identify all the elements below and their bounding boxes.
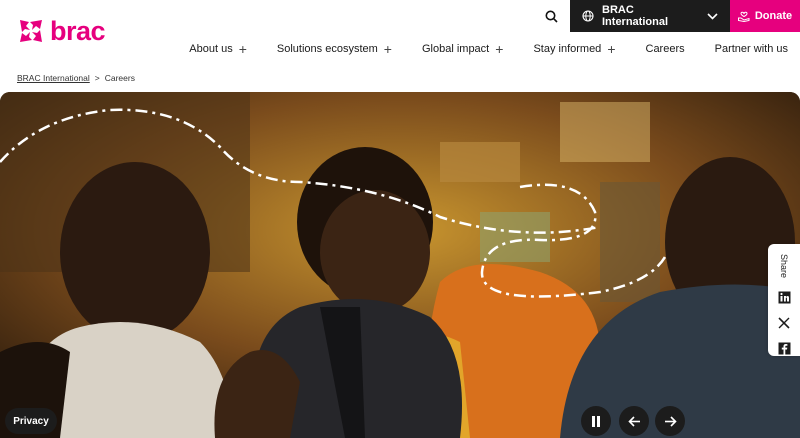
arrow-left-icon [627, 415, 640, 427]
main-nav: About us + Solutions ecosystem + Global … [159, 40, 788, 58]
nav-item-global-impact[interactable]: Global impact + [422, 42, 503, 56]
utility-bar: BRAC International Donate [532, 0, 800, 32]
facebook-icon[interactable] [777, 342, 791, 356]
plus-icon: + [383, 41, 392, 57]
x-icon[interactable] [777, 316, 791, 330]
breadcrumb-separator: > [94, 73, 100, 83]
donate-icon [737, 11, 750, 22]
privacy-button[interactable]: Privacy [5, 408, 57, 434]
previous-slide-button[interactable] [619, 406, 649, 436]
search-button[interactable] [532, 0, 570, 32]
share-label: Share [779, 254, 789, 279]
plus-icon: + [238, 41, 247, 57]
search-icon [545, 10, 558, 23]
brac-logo[interactable]: brac [16, 15, 106, 46]
next-slide-button[interactable] [655, 406, 685, 436]
nav-item-about-us[interactable]: About us + [189, 42, 247, 56]
plus-icon: + [607, 41, 616, 57]
pause-icon [592, 415, 600, 427]
site-header: brac BRAC International Donate About us … [0, 0, 800, 66]
nav-item-label: About us [189, 43, 233, 55]
nav-item-careers[interactable]: Careers [646, 43, 685, 55]
globe-icon [582, 10, 594, 22]
pause-button[interactable] [581, 406, 611, 436]
chevron-down-icon [707, 12, 718, 20]
breadcrumb: BRAC International > Careers [17, 73, 135, 83]
share-panel: Share [768, 244, 800, 356]
nav-item-label: Stay informed [533, 43, 602, 55]
breadcrumb-home-link[interactable]: BRAC International [17, 73, 90, 83]
logo-text: brac [50, 15, 106, 46]
donate-label: Donate [754, 10, 793, 22]
plus-icon: + [495, 41, 504, 57]
arrow-right-icon [664, 415, 677, 427]
hero-image: Share [0, 92, 800, 438]
donate-button[interactable]: Donate [730, 0, 800, 32]
hero-photo [0, 92, 800, 438]
linkedin-icon[interactable] [777, 290, 791, 304]
nav-item-label: Solutions ecosystem [276, 43, 378, 55]
site-selector[interactable]: BRAC International [570, 0, 730, 32]
brac-logo-icon [20, 20, 42, 42]
breadcrumb-current: Careers [104, 73, 135, 83]
nav-item-label: Partner with us [714, 43, 788, 55]
nav-item-partner-with-us[interactable]: Partner with us [715, 43, 788, 55]
nav-item-label: Global impact [421, 43, 490, 55]
nav-item-label: Careers [645, 43, 685, 55]
site-selector-label: BRAC International [602, 4, 669, 28]
nav-item-solutions-ecosystem[interactable]: Solutions ecosystem + [277, 42, 392, 56]
nav-item-stay-informed[interactable]: Stay informed + [533, 42, 615, 56]
